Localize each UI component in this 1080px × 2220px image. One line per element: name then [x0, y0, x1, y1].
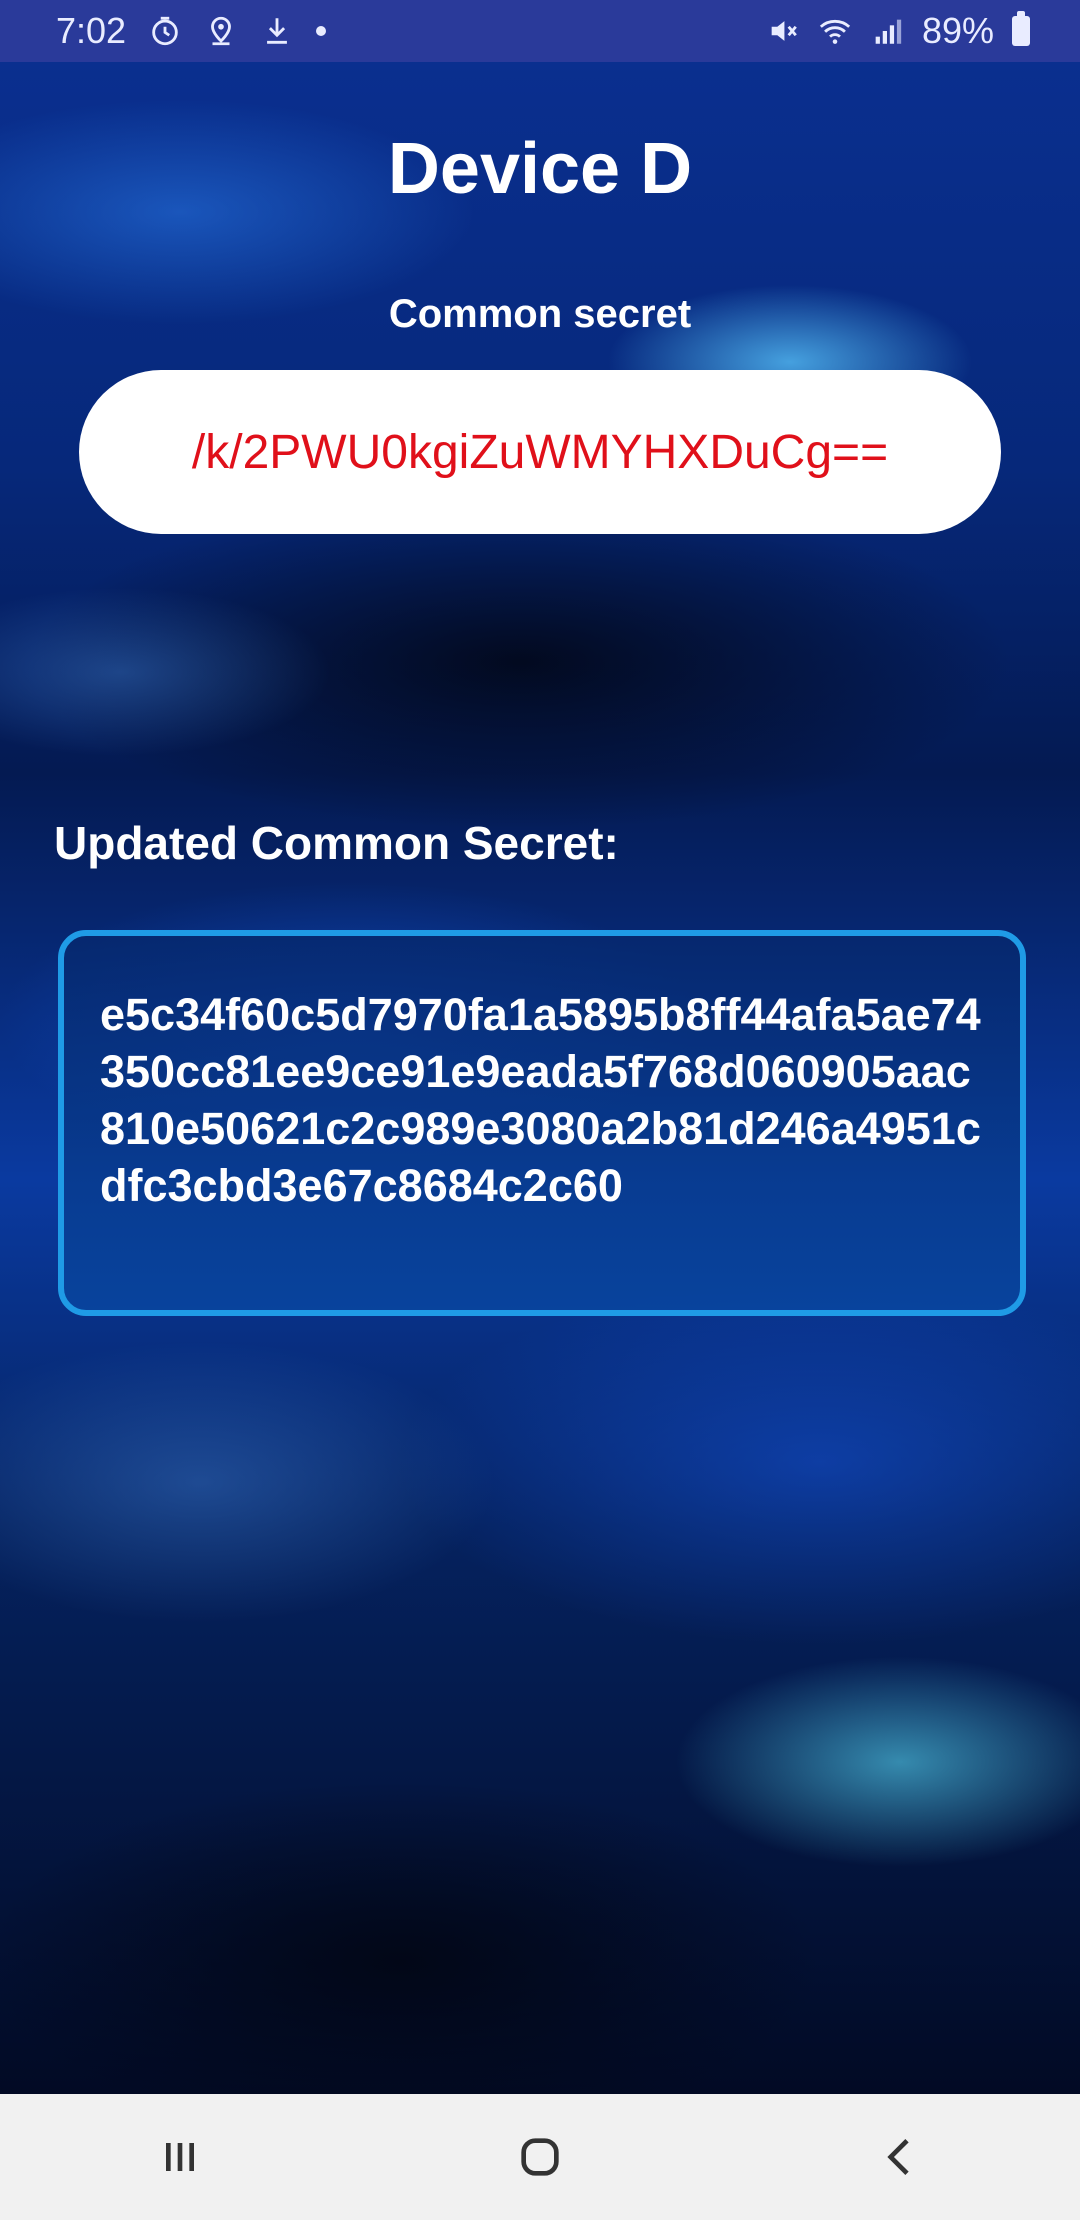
- recents-icon: [166, 2143, 194, 2171]
- battery-percent: 89%: [921, 10, 994, 51]
- common-secret-value: /k/2PWU0kgiZuWMYHXDuCg==: [191, 425, 889, 479]
- signal-icon: [870, 14, 904, 48]
- status-bar: 7:02 89%: [0, 0, 1080, 62]
- updated-secret-box[interactable]: e5c34f60c5d7970fa1a5895b8ff44afa5ae74350…: [58, 930, 1026, 1316]
- common-secret-label: Common secret: [388, 292, 692, 336]
- home-icon: [521, 2138, 559, 2176]
- status-time: 7:02: [56, 10, 127, 51]
- home-button[interactable]: [500, 2117, 580, 2197]
- download-icon: [260, 14, 294, 48]
- timer-icon: [148, 14, 182, 48]
- page-title: Device D: [387, 129, 693, 209]
- common-secret-field[interactable]: /k/2PWU0kgiZuWMYHXDuCg==: [79, 370, 1001, 534]
- mute-icon: [766, 14, 800, 48]
- recents-button[interactable]: [140, 2117, 220, 2197]
- dot-icon: [316, 26, 327, 36]
- updated-secret-value: e5c34f60c5d7970fa1a5895b8ff44afa5ae74350…: [100, 989, 981, 1211]
- back-button[interactable]: [860, 2117, 940, 2197]
- battery-icon: [1012, 11, 1030, 46]
- updated-secret-label: Updated Common Secret:: [54, 817, 619, 869]
- navigation-bar: [0, 2094, 1080, 2220]
- back-icon: [887, 2139, 909, 2175]
- location-icon: [204, 14, 238, 48]
- wifi-icon: [818, 14, 852, 48]
